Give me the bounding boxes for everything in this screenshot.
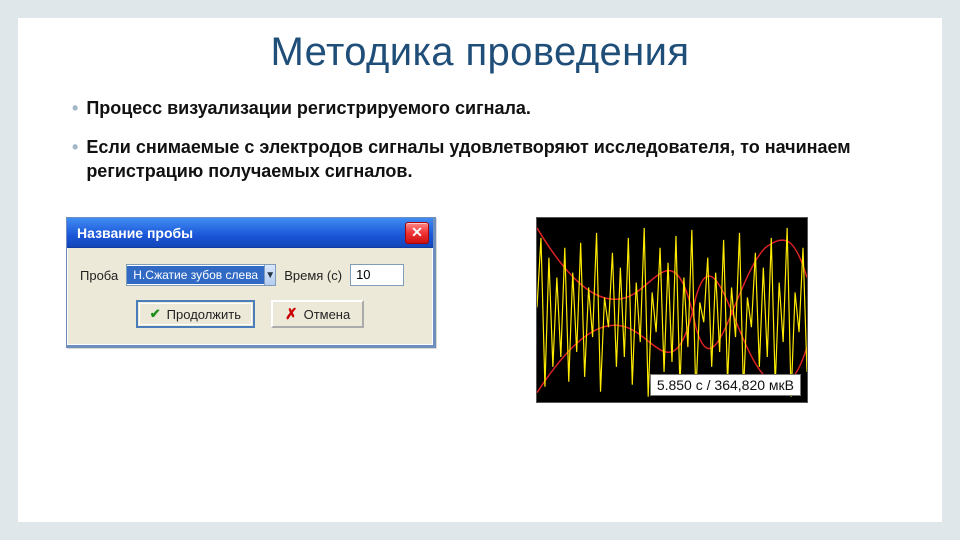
cancel-x-icon: ✗ xyxy=(285,305,298,323)
continue-label: Продолжить xyxy=(167,307,241,322)
bullet-item: • Если снимаемые с электродов сигналы уд… xyxy=(72,136,894,183)
bullet-item: • Процесс визуализации регистрируемого с… xyxy=(72,97,894,120)
slide: Методика проведения • Процесс визуализац… xyxy=(0,0,960,540)
slide-title: Методика проведения xyxy=(66,30,894,75)
time-input[interactable]: 10 xyxy=(350,264,404,286)
sample-name-dialog: Название пробы ✕ Проба Н.Сжатие зубов сл… xyxy=(66,217,436,348)
dialog-titlebar[interactable]: Название пробы ✕ xyxy=(67,218,433,248)
proba-value: Н.Сжатие зубов слева xyxy=(127,266,264,284)
bullet-dot-icon: • xyxy=(72,97,78,120)
dialog-row-inputs: Проба Н.Сжатие зубов слева ▼ Время (с) 1… xyxy=(80,264,420,286)
cancel-button[interactable]: ✗ Отмена xyxy=(271,300,364,328)
bullet-text: Процесс визуализации регистрируемого сиг… xyxy=(86,97,894,120)
plot-readout: 5.850 с / 364,820 мкВ xyxy=(650,374,801,396)
time-label: Время (с) xyxy=(284,268,342,283)
cancel-label: Отмена xyxy=(304,307,351,322)
figures-row: Название пробы ✕ Проба Н.Сжатие зубов сл… xyxy=(66,217,894,403)
dialog-title: Название пробы xyxy=(77,225,405,241)
continue-button[interactable]: ✔ Продолжить xyxy=(136,300,255,328)
chevron-down-icon[interactable]: ▼ xyxy=(264,265,275,285)
signal-plot: 5.850 с / 364,820 мкВ xyxy=(536,217,808,403)
close-icon: ✕ xyxy=(411,224,423,241)
time-value: 10 xyxy=(356,267,370,282)
proba-select[interactable]: Н.Сжатие зубов слева ▼ xyxy=(126,264,276,286)
check-icon: ✔ xyxy=(150,306,161,322)
dialog-body: Проба Н.Сжатие зубов слева ▼ Время (с) 1… xyxy=(67,248,433,345)
dialog-button-row: ✔ Продолжить ✗ Отмена xyxy=(80,300,420,328)
close-button[interactable]: ✕ xyxy=(405,222,429,244)
bullet-dot-icon: • xyxy=(72,136,78,159)
bullet-list: • Процесс визуализации регистрируемого с… xyxy=(72,97,894,183)
bullet-text: Если снимаемые с электродов сигналы удов… xyxy=(86,136,894,183)
proba-label: Проба xyxy=(80,268,118,283)
